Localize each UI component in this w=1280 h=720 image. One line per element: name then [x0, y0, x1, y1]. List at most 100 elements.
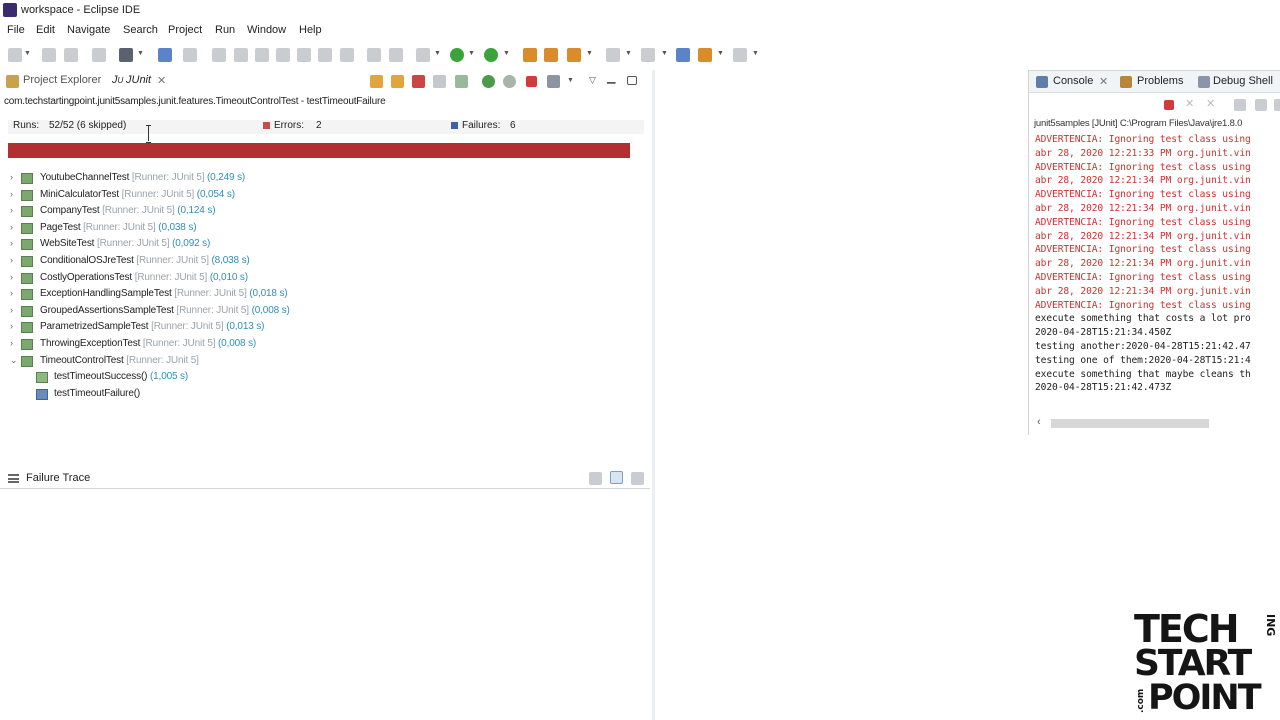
last-edit-icon[interactable]: [676, 48, 690, 62]
scroll-left-icon[interactable]: ‹: [1037, 416, 1041, 428]
skip-breakpoints-icon[interactable]: [183, 48, 197, 62]
drop-to-frame-icon[interactable]: [367, 48, 381, 62]
annotation-next-icon[interactable]: [606, 48, 620, 62]
new-icon[interactable]: [8, 48, 22, 62]
menu-file[interactable]: File: [7, 24, 25, 36]
rerun-icon[interactable]: [482, 75, 495, 88]
console-output[interactable]: ADVERTENCIA: Ignoring test class using ab…: [1035, 133, 1280, 395]
minimize-icon[interactable]: ▁: [607, 71, 615, 89]
test-suite-row[interactable]: › ThrowingExceptionTest [Runner: JUnit 5]…: [10, 337, 610, 352]
maximize-icon[interactable]: [627, 76, 637, 85]
coverage-dropdown-icon[interactable]: ▼: [503, 50, 510, 57]
word-wrap-icon[interactable]: [1274, 99, 1280, 111]
run-dropdown-icon[interactable]: ▼: [468, 50, 475, 57]
terminal-icon[interactable]: [158, 48, 172, 62]
search-dropdown-icon[interactable]: ▼: [586, 50, 593, 57]
compare-results-icon[interactable]: [589, 472, 602, 485]
scroll-lock-icon[interactable]: [1255, 99, 1267, 111]
test-suite-row[interactable]: › WebSiteTest [Runner: JUnit 5] (0,092 s): [10, 237, 610, 252]
next-failure-icon[interactable]: [370, 75, 383, 88]
tab-console[interactable]: Console: [1053, 75, 1093, 87]
history-icon[interactable]: [547, 75, 560, 88]
tab-junit[interactable]: JUnit: [126, 74, 151, 92]
show-failures-only-icon[interactable]: [412, 75, 425, 88]
history-dropdown-icon[interactable]: ▼: [567, 77, 574, 84]
menu-run[interactable]: Run: [215, 24, 235, 36]
menu-help[interactable]: Help: [299, 24, 322, 36]
close-icon[interactable]: ✕: [1099, 75, 1108, 88]
console-horizontal-scrollbar[interactable]: ‹: [1037, 416, 1280, 430]
chevron-right-icon[interactable]: ›: [10, 172, 19, 182]
step-over-icon[interactable]: [318, 48, 332, 62]
scroll-lock-icon[interactable]: [455, 75, 468, 88]
debug-icon[interactable]: [416, 48, 430, 62]
use-step-filters-icon[interactable]: [389, 48, 403, 62]
save-all-icon[interactable]: [64, 48, 78, 62]
test-suite-row[interactable]: › GroupedAssertionsSampleTest [Runner: JU…: [10, 304, 610, 319]
new-dropdown-icon[interactable]: ▼: [24, 50, 31, 57]
chevron-down-icon[interactable]: ⌄: [10, 355, 19, 366]
forward-icon[interactable]: [733, 48, 747, 62]
stop-icon[interactable]: [526, 76, 537, 87]
view-menu-icon[interactable]: ▽: [589, 75, 596, 86]
test-case-row[interactable]: testTimeoutFailure(): [36, 387, 596, 402]
open-type-icon[interactable]: [544, 48, 558, 62]
show-skipped-icon[interactable]: [433, 75, 446, 88]
filter-stack-icon[interactable]: [610, 471, 623, 484]
chevron-right-icon[interactable]: ›: [10, 338, 19, 348]
annotation-prev-dropdown-icon[interactable]: ▼: [661, 50, 668, 57]
clear-console-icon[interactable]: [1234, 99, 1246, 111]
remove-launch-icon[interactable]: ✕: [1185, 97, 1194, 110]
perspective-dropdown-icon[interactable]: ▼: [137, 50, 144, 57]
close-icon[interactable]: ✕: [157, 74, 166, 92]
test-suite-row[interactable]: › YoutubeChannelTest [Runner: JUnit 5] (0…: [10, 171, 610, 186]
view-divider[interactable]: [652, 70, 655, 720]
scrollbar-thumb[interactable]: [1051, 419, 1209, 428]
new-java-project-icon[interactable]: [523, 48, 537, 62]
remove-all-icon[interactable]: ✕: [1206, 97, 1215, 110]
back-icon[interactable]: [698, 48, 712, 62]
tab-problems[interactable]: Problems: [1137, 75, 1183, 87]
tab-debug-shell[interactable]: Debug Shell: [1213, 75, 1273, 87]
suspend-icon[interactable]: [234, 48, 248, 62]
previous-failure-icon[interactable]: [391, 75, 404, 88]
step-return-icon[interactable]: [340, 48, 354, 62]
chevron-right-icon[interactable]: ›: [10, 255, 19, 265]
forward-dropdown-icon[interactable]: ▼: [752, 50, 759, 57]
chevron-right-icon[interactable]: ›: [10, 189, 19, 199]
test-suite-row[interactable]: › ParametrizedSampleTest [Runner: JUnit 5…: [10, 320, 610, 335]
test-case-row[interactable]: testTimeoutSuccess() (1,005 s): [36, 370, 596, 385]
menu-search[interactable]: Search: [123, 24, 158, 36]
chevron-right-icon[interactable]: ›: [10, 222, 19, 232]
test-suite-row[interactable]: ⌄ TimeoutControlTest [Runner: JUnit 5]: [10, 354, 610, 369]
rerun-failed-icon[interactable]: [503, 75, 516, 88]
chevron-right-icon[interactable]: ›: [10, 288, 19, 298]
chevron-right-icon[interactable]: ›: [10, 238, 19, 248]
disconnect-icon[interactable]: [276, 48, 290, 62]
back-dropdown-icon[interactable]: ▼: [717, 50, 724, 57]
test-suite-row[interactable]: › CompanyTest [Runner: JUnit 5] (0,124 s): [10, 204, 610, 219]
step-into-icon[interactable]: [297, 48, 311, 62]
annotation-prev-icon[interactable]: [641, 48, 655, 62]
tab-project-explorer[interactable]: Project Explorer: [23, 74, 101, 92]
test-suite-row[interactable]: › PageTest [Runner: JUnit 5] (0,038 s): [10, 221, 610, 236]
test-suite-row[interactable]: › ConditionalOSJreTest [Runner: JUnit 5] …: [10, 254, 610, 269]
chevron-right-icon[interactable]: ›: [10, 321, 19, 331]
test-suite-row[interactable]: › MiniCalculatorTest [Runner: JUnit 5] (0…: [10, 188, 610, 203]
debug-perspective-icon[interactable]: [119, 48, 133, 62]
menu-window[interactable]: Window: [247, 24, 286, 36]
test-suite-row[interactable]: › CostlyOperationsTest [Runner: JUnit 5] …: [10, 271, 610, 286]
chevron-right-icon[interactable]: ›: [10, 205, 19, 215]
annotation-dropdown-icon[interactable]: ▼: [625, 50, 632, 57]
terminate-icon[interactable]: [255, 48, 269, 62]
menu-project[interactable]: Project: [168, 24, 202, 36]
search-tool-icon[interactable]: [567, 48, 581, 62]
chevron-right-icon[interactable]: ›: [10, 305, 19, 315]
coverage-icon[interactable]: [484, 48, 498, 62]
menu-edit[interactable]: Edit: [36, 24, 55, 36]
run-icon[interactable]: [450, 48, 464, 62]
menu-navigate[interactable]: Navigate: [67, 24, 110, 36]
debug-dropdown-icon[interactable]: ▼: [434, 50, 441, 57]
save-icon[interactable]: [42, 48, 56, 62]
copy-trace-icon[interactable]: [631, 472, 644, 485]
